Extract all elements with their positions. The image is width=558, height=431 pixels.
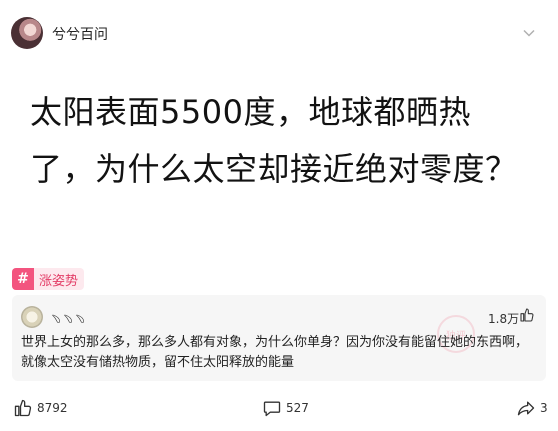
chevron-down-icon[interactable]: [522, 26, 536, 40]
author-name[interactable]: 兮兮百问: [52, 24, 108, 44]
hash-icon: #: [12, 268, 34, 290]
like-count: 8792: [37, 401, 68, 415]
topic-tag[interactable]: # 涨姿势: [12, 268, 85, 290]
answer-author-avatar[interactable]: [21, 306, 43, 328]
question-title[interactable]: 太阳表面5500度，地球都晒热了，为什么太空却接近绝对零度？: [30, 84, 535, 198]
comment-icon: [263, 401, 281, 417]
answer-text: 世界上女的那么多，那么多人都有对象，为什么你单身？因为你没有能留住她的东西啊，就…: [21, 335, 529, 370]
thumbs-up-icon: [14, 399, 32, 417]
comment-button[interactable]: 527: [262, 398, 309, 418]
share-icon: [517, 401, 535, 416]
like-button[interactable]: 8792: [13, 398, 68, 418]
thumbs-up-icon[interactable]: [519, 307, 535, 323]
topic-tag-label: 涨姿势: [39, 273, 79, 289]
share-count: 3: [540, 401, 548, 415]
share-button[interactable]: 3: [516, 398, 548, 418]
answer-like-count: 1.8万: [488, 312, 520, 326]
top-answer-card[interactable]: ﹆﹆﹆ 独评 1.8万 世界上女的那么多，那么多人都有对象，为什么你单身？因为你…: [12, 295, 546, 381]
action-bar: 8792 527 3: [0, 394, 558, 422]
answer-author-name[interactable]: ﹆﹆﹆: [50, 310, 86, 327]
post-header: 兮兮百问: [0, 0, 558, 66]
author-avatar[interactable]: [11, 17, 43, 49]
comment-count: 527: [286, 401, 309, 415]
